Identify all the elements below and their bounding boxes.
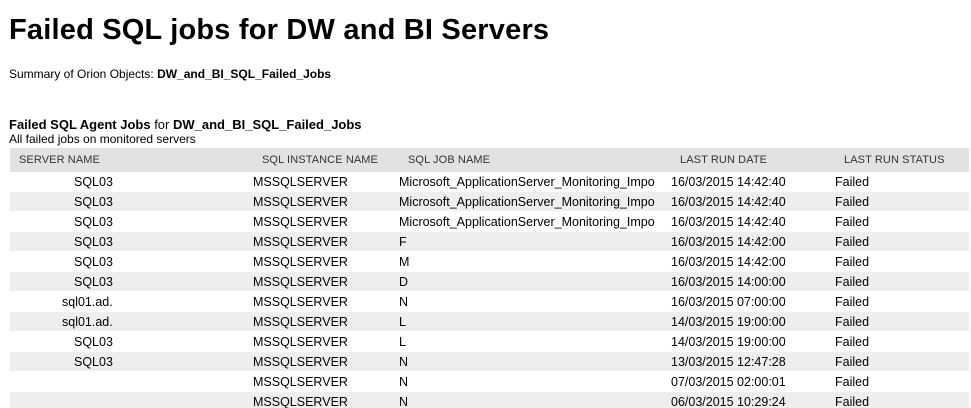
sql-instance-cell: MSSQLSERVER [253, 191, 399, 212]
sql-job-name-cell: L [399, 331, 671, 352]
section-title-value: DW_and_BI_SQL_Failed_Jobs [172, 117, 362, 132]
sql-job-name-cell: F [399, 231, 671, 252]
sql-instance-cell: MSSQLSERVER [253, 371, 399, 392]
sql-job-name-cell: N [399, 291, 671, 312]
server-name-cell: SQL03 [10, 251, 253, 272]
section-title: Failed SQL Agent Jobs for DW_and_BI_SQL_… [9, 117, 362, 132]
column-header-last-run-status[interactable]: LAST RUN STATUS [835, 148, 969, 172]
last-run-status-cell: Failed [835, 311, 969, 332]
last-run-date-cell: 13/03/2015 12:47:28 [671, 351, 835, 372]
last-run-status-cell: Failed [835, 271, 969, 292]
table-row: SQL03 MSSQLSERVER Microsoft_ApplicationSer… [10, 172, 969, 192]
last-run-status-cell: Failed [835, 251, 969, 272]
sql-job-name-cell: N [399, 371, 671, 392]
last-run-date-cell: 16/03/2015 14:42:40 [671, 191, 835, 212]
table-row: SQL03 MSSQLSERVER L 14/03/2015 19:00:00 Fail… [10, 331, 969, 352]
server-name-cell: SQL03 [10, 351, 253, 372]
server-name-cell: SQL03 [10, 191, 253, 212]
sql-instance-cell: MSSQLSERVER [253, 331, 399, 352]
section-title-bold: Failed SQL Agent Jobs [9, 117, 151, 132]
last-run-status-cell: Failed [835, 351, 969, 372]
server-name-cell: SQL03 [10, 231, 253, 252]
last-run-status-cell: Failed [835, 211, 969, 232]
server-name-cell: SQL03 [10, 331, 253, 352]
sql-job-name-cell: M [399, 251, 671, 272]
last-run-date-cell: 16/03/2015 14:00:00 [671, 271, 835, 292]
sql-job-name-cell: L [399, 311, 671, 332]
server-name-cell [10, 391, 253, 408]
last-run-date-cell: 16/03/2015 14:42:40 [671, 172, 835, 192]
last-run-date-cell: 16/03/2015 14:42:00 [671, 251, 835, 272]
sql-job-name-cell: N [399, 391, 671, 408]
report-summary: Summary of Orion Objects: DW_and_BI_SQL_… [9, 67, 331, 81]
last-run-date-cell: 16/03/2015 07:00:00 [671, 291, 835, 312]
table-row: MSSQLSERVER N 07/03/2015 02:00:01 Failed [10, 371, 969, 392]
last-run-status-cell: Failed [835, 191, 969, 212]
table-row: sql01.ad. MSSQLSERVER N 16/03/2015 07:00:00… [10, 291, 969, 312]
sql-job-name-cell: D [399, 271, 671, 292]
sql-job-name-cell: Microsoft_ApplicationServer_Monitoring_I… [399, 191, 671, 212]
sql-job-name-cell: N [399, 351, 671, 372]
table-row: SQL03 MSSQLSERVER Microsoft_ApplicationSer… [10, 211, 969, 232]
last-run-date-cell: 07/03/2015 02:00:01 [671, 371, 835, 392]
table-row: SQL03 MSSQLSERVER N 13/03/2015 12:47:28 Fail… [10, 351, 969, 372]
table-row: SQL03 MSSQLSERVER M 16/03/2015 14:42:00 Fail… [10, 251, 969, 272]
page-title: Failed SQL jobs for DW and BI Servers [9, 14, 550, 46]
server-name-cell [10, 371, 253, 392]
table-row: SQL03 MSSQLSERVER D 16/03/2015 14:00:00 Fail… [10, 271, 969, 292]
last-run-status-cell: Failed [835, 291, 969, 312]
server-name-cell: SQL03 [10, 271, 253, 292]
sql-instance-cell: MSSQLSERVER [253, 391, 399, 408]
server-name-cell: SQL03 [10, 211, 253, 232]
summary-label: Summary of Orion Objects: [9, 67, 154, 81]
table-row: SQL03 MSSQLSERVER F 16/03/2015 14:42:00 Fail… [10, 231, 969, 252]
last-run-status-cell: Failed [835, 371, 969, 392]
last-run-date-cell: 14/03/2015 19:00:00 [671, 311, 835, 332]
table-row: SQL03 MSSQLSERVER Microsoft_ApplicationSer… [10, 191, 969, 212]
failed-jobs-table: SERVER NAME SQL INSTANCE NAME SQL JOB NA… [10, 148, 969, 408]
last-run-date-cell: 14/03/2015 19:00:00 [671, 331, 835, 352]
server-name-cell: sql01.ad. [10, 311, 253, 332]
column-header-sql-instance-name[interactable]: SQL INSTANCE NAME [253, 148, 399, 172]
server-name-cell: SQL03 [10, 172, 253, 192]
last-run-status-cell: Failed [835, 391, 969, 408]
last-run-date-cell: 16/03/2015 14:42:40 [671, 211, 835, 232]
sql-instance-cell: MSSQLSERVER [253, 231, 399, 252]
last-run-date-cell: 16/03/2015 14:42:00 [671, 231, 835, 252]
sql-instance-cell: MSSQLSERVER [253, 211, 399, 232]
sql-instance-cell: MSSQLSERVER [253, 251, 399, 272]
sql-instance-cell: MSSQLSERVER [253, 351, 399, 372]
last-run-date-cell: 06/03/2015 10:29:24 [671, 391, 835, 408]
server-name-cell: sql01.ad. [10, 291, 253, 312]
last-run-status-cell: Failed [835, 331, 969, 352]
sql-instance-cell: MSSQLSERVER [253, 291, 399, 312]
table-row: sql01.ad. MSSQLSERVER L 14/03/2015 19:00:00… [10, 311, 969, 332]
section-subtitle: All failed jobs on monitored servers [9, 132, 196, 146]
sql-instance-cell: MSSQLSERVER [253, 311, 399, 332]
sql-job-name-cell: Microsoft_ApplicationServer_Monitoring_I… [399, 172, 671, 192]
last-run-status-cell: Failed [835, 172, 969, 192]
table-row: MSSQLSERVER N 06/03/2015 10:29:24 Failed [10, 391, 969, 408]
sql-job-name-cell: Microsoft_ApplicationServer_Monitoring_I… [399, 211, 671, 232]
column-header-sql-job-name[interactable]: SQL JOB NAME [399, 148, 671, 172]
sql-instance-cell: MSSQLSERVER [253, 271, 399, 292]
column-header-server-name[interactable]: SERVER NAME [10, 148, 253, 172]
table-header-row: SERVER NAME SQL INSTANCE NAME SQL JOB NA… [10, 148, 969, 172]
section-title-for: for [150, 117, 173, 132]
last-run-status-cell: Failed [835, 231, 969, 252]
column-header-last-run-date[interactable]: LAST RUN DATE [671, 148, 835, 172]
summary-value: DW_and_BI_SQL_Failed_Jobs [157, 67, 332, 81]
sql-instance-cell: MSSQLSERVER [253, 172, 399, 192]
